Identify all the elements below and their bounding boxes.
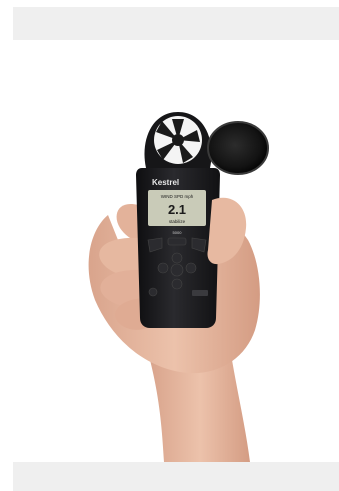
button-up[interactable] — [171, 252, 183, 264]
photo-frame: Kestrel WIND SPD mph 2.1 stabilize 5000 — [0, 0, 339, 491]
top-band — [13, 7, 339, 40]
button-power[interactable] — [148, 287, 158, 297]
lcd-value: 2.1 — [168, 202, 186, 217]
button-center[interactable] — [170, 263, 184, 277]
lcd-footer: stabilize — [169, 219, 186, 224]
button-down[interactable] — [171, 278, 183, 290]
model-label: 5000 — [173, 230, 183, 235]
product-photo: Kestrel WIND SPD mph 2.1 stabilize 5000 — [88, 112, 269, 462]
forearm — [150, 360, 250, 462]
lcd-header: WIND SPD mph — [161, 194, 194, 199]
button-right[interactable] — [185, 262, 197, 274]
device-tag — [192, 290, 208, 296]
button-top-center[interactable] — [167, 237, 187, 246]
button-left[interactable] — [157, 262, 169, 274]
bottom-band — [13, 462, 339, 491]
brand-label: Kestrel — [152, 178, 179, 187]
